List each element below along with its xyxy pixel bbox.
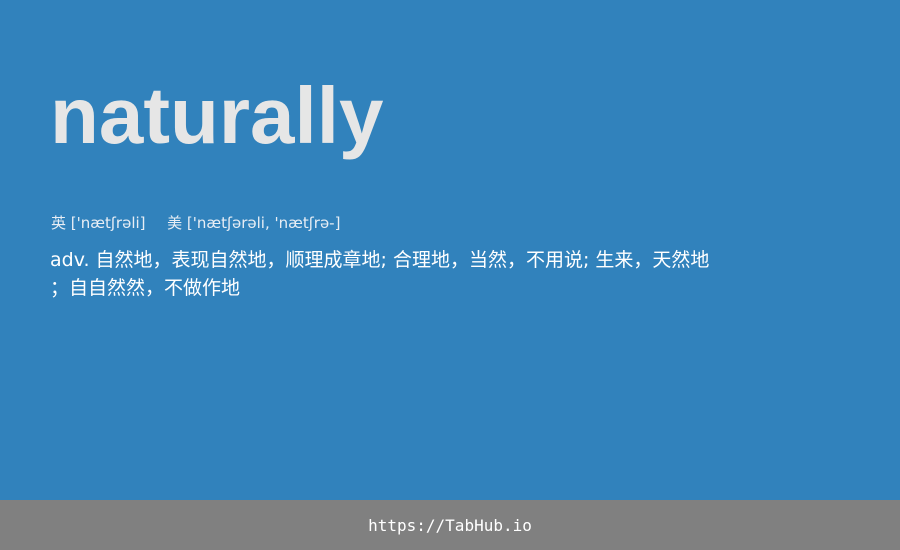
uk-label: 英 (51, 214, 67, 232)
word-card: naturally 英 ['nætʃrəli] 美 ['nætʃərəli, '… (0, 0, 900, 500)
footer-link[interactable]: https://TabHub.io (368, 516, 532, 535)
headword: naturally (50, 71, 384, 160)
definition-line-2: ；自自然然，不做作地 (50, 277, 241, 299)
definition-line-1: adv. 自然地，表现自然地，顺理成章地; 合理地，当然，不用说; 生来，天然地 (50, 249, 710, 271)
us-phonetic: ['nætʃərəli, 'nætʃrə-] (186, 214, 341, 232)
uk-phonetic: ['nætʃrəli] (70, 214, 146, 232)
footer-bar: https://TabHub.io (0, 500, 900, 550)
us-label: 美 (167, 214, 183, 232)
definition: adv. 自然地，表现自然地，顺理成章地; 合理地，当然，不用说; 生来，天然地… (50, 246, 770, 302)
pronunciation-row: 英 ['nætʃrəli] 美 ['nætʃərəli, 'nætʃrə-] (51, 212, 340, 234)
